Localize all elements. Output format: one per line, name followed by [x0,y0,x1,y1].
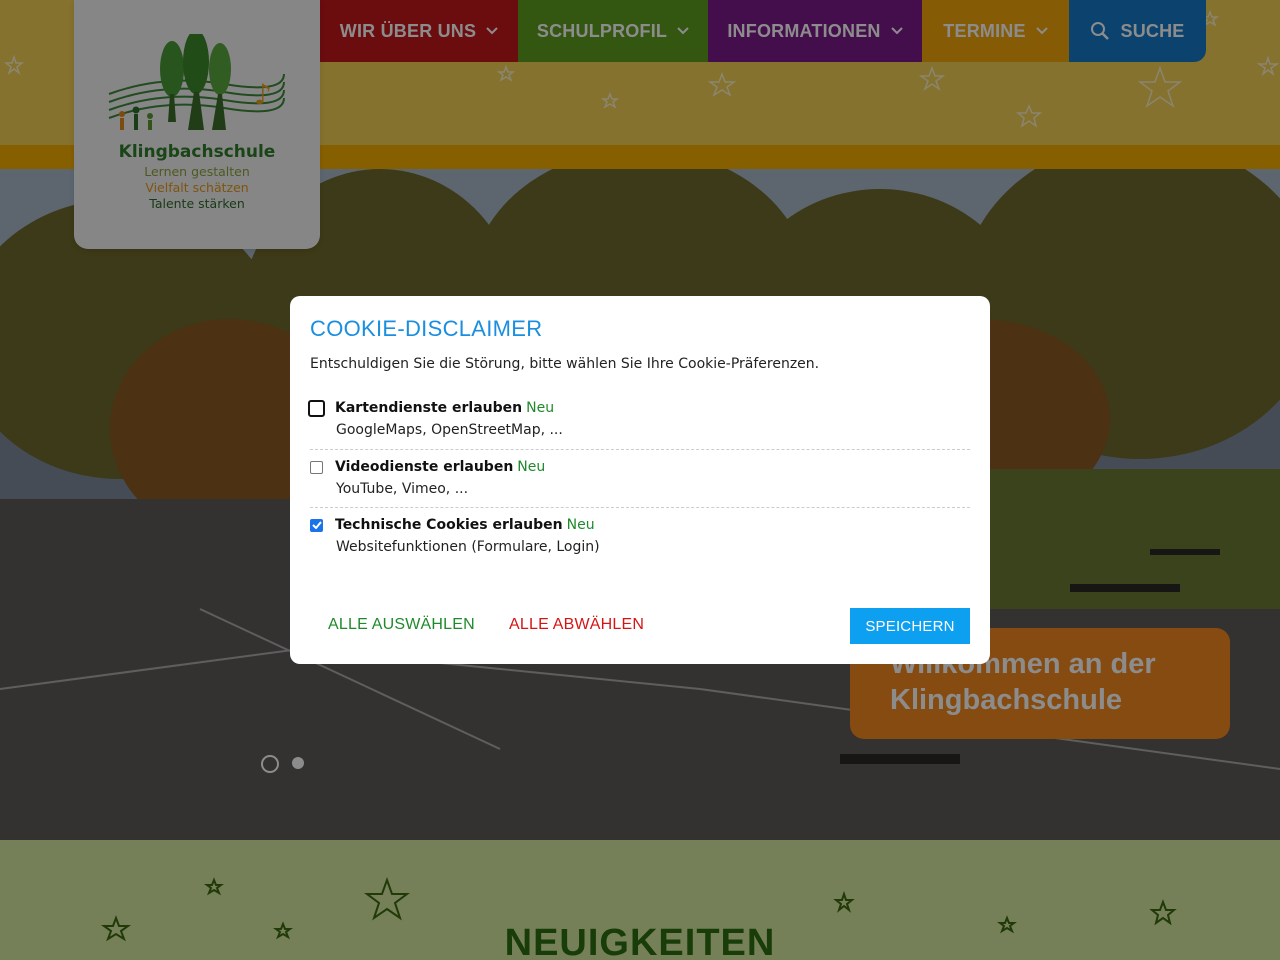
check-icon [311,521,322,529]
cookie-disclaimer-dialog: COOKIE-DISCLAIMER Entschuldigen Sie die … [290,296,990,664]
deselect-all-button[interactable]: ALLE ABWÄHLEN [509,616,644,634]
new-badge: Neu [526,400,555,416]
option-description: YouTube, Vimeo, ... [336,481,469,497]
dialog-subtitle: Entschuldigen Sie die Störung, bitte wäh… [310,356,820,372]
new-badge: Neu [517,459,546,475]
technical-checkbox[interactable] [310,518,323,532]
option-description: Websitefunktionen (Formulare, Login) [336,539,600,555]
option-label[interactable]: Kartendienste erlauben [335,400,522,416]
select-all-button[interactable]: ALLE AUSWÄHLEN [328,616,475,634]
save-button[interactable]: SPEICHERN [850,608,970,644]
maps-checkbox[interactable] [308,399,325,417]
cookie-option-video: Videodienste erlauben Neu YouTube, Vimeo… [310,455,970,497]
dialog-title: COOKIE-DISCLAIMER [310,316,543,341]
option-label[interactable]: Videodienste erlauben [335,459,513,475]
cookie-option-maps: Kartendienste erlauben Neu GoogleMaps, O… [308,396,970,438]
option-label[interactable]: Technische Cookies erlauben [335,517,563,533]
option-divider [310,507,970,508]
option-divider [310,449,970,450]
new-badge: Neu [566,517,595,533]
video-checkbox[interactable] [310,460,323,474]
cookie-option-technical: Technische Cookies erlauben Neu Websitef… [310,513,970,555]
option-description: GoogleMaps, OpenStreetMap, ... [336,422,563,438]
